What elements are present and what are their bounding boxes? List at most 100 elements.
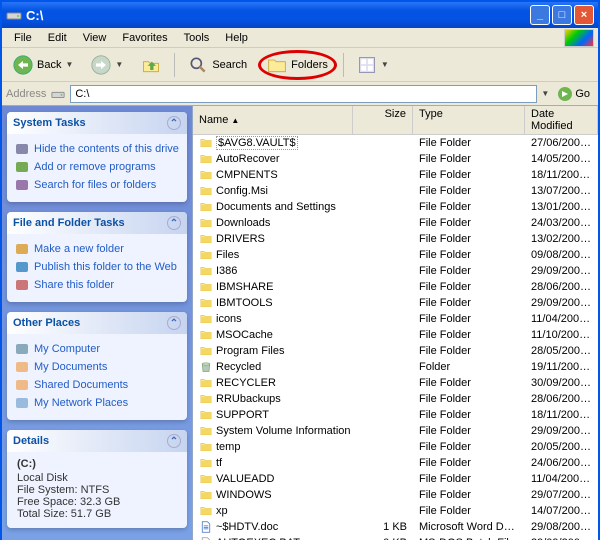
menu-file[interactable]: File — [6, 30, 40, 46]
file-row[interactable]: CMPNENTSFile Folder18/11/2008 5:21 PM — [193, 167, 598, 183]
col-type[interactable]: Type — [413, 106, 525, 134]
folders-button[interactable]: Folders — [258, 50, 337, 80]
file-row[interactable]: AUTOEXEC.BAT0 KBMS-DOS Batch File29/09/2… — [193, 535, 598, 540]
file-row[interactable]: iconsFile Folder11/04/2008 11:53 AM — [193, 311, 598, 327]
folder-icon — [199, 201, 213, 213]
file-row[interactable]: ~$HDTV.doc1 KBMicrosoft Word Doc...29/08… — [193, 519, 598, 535]
forward-button[interactable]: ▼ — [84, 51, 130, 79]
file-row[interactable]: DRIVERSFile Folder13/02/2008 5:31 PM — [193, 231, 598, 247]
separator — [343, 53, 344, 77]
task-link[interactable]: My Network Places — [15, 394, 181, 412]
file-row[interactable]: tempFile Folder20/05/2005 3:58 PM — [193, 439, 598, 455]
file-row[interactable]: DownloadsFile Folder24/03/2008 4:07 PM — [193, 215, 598, 231]
folder-icon — [199, 489, 213, 501]
col-size[interactable]: Size — [353, 106, 413, 134]
file-row[interactable]: MSOCacheFile Folder11/10/2005 2:10 PM — [193, 327, 598, 343]
chevron-up-icon: ⌃ — [167, 216, 181, 230]
app-icon — [6, 7, 22, 23]
folder-icon — [199, 505, 213, 517]
up-button[interactable] — [134, 51, 168, 79]
task-link[interactable]: Shared Documents — [15, 376, 181, 394]
col-date[interactable]: Date Modified — [525, 106, 598, 134]
col-name[interactable]: Name ▲ — [193, 106, 353, 134]
views-dropdown-icon[interactable]: ▼ — [381, 60, 389, 69]
file-row[interactable]: IBMSHAREFile Folder28/06/2007 9:55 PM — [193, 279, 598, 295]
file-row[interactable]: System Volume InformationFile Folder29/0… — [193, 423, 598, 439]
folder-icon — [199, 377, 213, 389]
task-link[interactable]: Publish this folder to the Web — [15, 258, 181, 276]
folder-icon — [199, 297, 213, 309]
search-button[interactable]: Search — [181, 51, 254, 79]
task-link[interactable]: Search for files or folders — [15, 176, 181, 194]
task-link[interactable]: Add or remove programs — [15, 158, 181, 176]
file-row[interactable]: Config.MsiFile Folder13/07/2008 10:19 AM — [193, 183, 598, 199]
task-link[interactable]: Hide the contents of this drive — [15, 140, 181, 158]
menu-help[interactable]: Help — [217, 30, 256, 46]
file-row[interactable]: RRUbackupsFile Folder28/06/2007 9:55 PM — [193, 391, 598, 407]
file-row[interactable]: RecycledFolder19/11/2004 12:41 PM — [193, 359, 598, 375]
folder-icon — [199, 473, 213, 485]
maximize-button[interactable]: □ — [552, 5, 572, 25]
recycle-icon — [199, 361, 213, 373]
minimize-button[interactable]: _ — [530, 5, 550, 25]
folder-icon — [199, 169, 213, 181]
file-row[interactable]: I386File Folder29/09/2005 5:24 AM — [193, 263, 598, 279]
task-link[interactable]: Make a new folder — [15, 240, 181, 258]
menu-view[interactable]: View — [75, 30, 115, 46]
panel-header[interactable]: Other Places⌃ — [7, 312, 187, 334]
task-link[interactable]: Share this folder — [15, 276, 181, 294]
address-input[interactable] — [70, 85, 537, 103]
folder-icon — [199, 441, 213, 453]
address-bar: Address ▼ Go — [2, 82, 598, 106]
window-title: C:\ — [26, 8, 528, 23]
file-row[interactable]: $AVG8.VAULT$File Folder27/06/2008 1:45 P… — [193, 135, 598, 151]
file-row[interactable]: VALUEADDFile Folder11/04/2008 11:53 AM — [193, 471, 598, 487]
menu-tools[interactable]: Tools — [176, 30, 218, 46]
sidebar: System Tasks⌃ Hide the contents of this … — [2, 106, 192, 540]
file-row[interactable]: IBMTOOLSFile Folder29/09/2005 5:21 AM — [193, 295, 598, 311]
panel-other-places: Other Places⌃ My ComputerMy DocumentsSha… — [7, 312, 187, 420]
task-link[interactable]: My Documents — [15, 358, 181, 376]
file-row[interactable]: FilesFile Folder09/08/2007 1:35 AM — [193, 247, 598, 263]
menubar: File Edit View Favorites Tools Help — [2, 28, 598, 48]
panel-header[interactable]: Details⌃ — [7, 430, 187, 452]
back-button[interactable]: Back ▼ — [6, 51, 80, 79]
file-list-pane[interactable]: Name ▲ Size Type Date Modified $AVG8.VAU… — [192, 106, 598, 540]
panel-details: Details⌃ (C:) Local Disk File System: NT… — [7, 430, 187, 528]
search-icon — [188, 55, 208, 75]
folder-icon — [199, 281, 213, 293]
file-row[interactable]: RECYCLERFile Folder30/09/2005 3:40 PM — [193, 375, 598, 391]
content-area: System Tasks⌃ Hide the contents of this … — [2, 106, 598, 540]
views-button[interactable]: ▼ — [350, 51, 396, 79]
file-row[interactable]: Program FilesFile Folder28/05/2008 6:20 … — [193, 343, 598, 359]
doc-icon — [199, 521, 213, 533]
menu-edit[interactable]: Edit — [40, 30, 75, 46]
folder-icon — [199, 457, 213, 469]
file-row[interactable]: Documents and SettingsFile Folder13/01/2… — [193, 199, 598, 215]
file-row[interactable]: WINDOWSFile Folder29/07/2008 8:09 PM — [193, 487, 598, 503]
file-row[interactable]: xpFile Folder14/07/2008 12:25 AM — [193, 503, 598, 519]
close-button[interactable]: × — [574, 5, 594, 25]
forward-dropdown-icon[interactable]: ▼ — [115, 60, 123, 69]
toolbar: Back ▼ ▼ Search Folders ▼ — [2, 48, 598, 82]
go-icon — [557, 86, 573, 102]
panel-header[interactable]: File and Folder Tasks⌃ — [7, 212, 187, 234]
column-headers: Name ▲ Size Type Date Modified — [193, 106, 598, 135]
panel-system-tasks: System Tasks⌃ Hide the contents of this … — [7, 112, 187, 202]
up-icon — [141, 55, 161, 75]
file-row[interactable]: SUPPORTFile Folder18/11/2008 5:21 PM — [193, 407, 598, 423]
folder-icon — [199, 329, 213, 341]
views-icon — [357, 55, 377, 75]
menu-favorites[interactable]: Favorites — [114, 30, 175, 46]
chevron-up-icon: ⌃ — [167, 116, 181, 130]
file-row[interactable]: AutoRecoverFile Folder14/05/2008 1:05 AM — [193, 151, 598, 167]
back-dropdown-icon[interactable]: ▼ — [65, 60, 73, 69]
folder-icon — [199, 233, 213, 245]
windows-flag-icon — [564, 29, 594, 47]
file-row[interactable]: tfFile Folder24/06/2007 5:32 PM — [193, 455, 598, 471]
task-link[interactable]: My Computer — [15, 340, 181, 358]
panel-header[interactable]: System Tasks⌃ — [7, 112, 187, 134]
titlebar: C:\ _ □ × — [2, 2, 598, 28]
go-button[interactable]: Go — [553, 86, 594, 102]
address-dropdown-icon[interactable]: ▼ — [541, 89, 549, 98]
